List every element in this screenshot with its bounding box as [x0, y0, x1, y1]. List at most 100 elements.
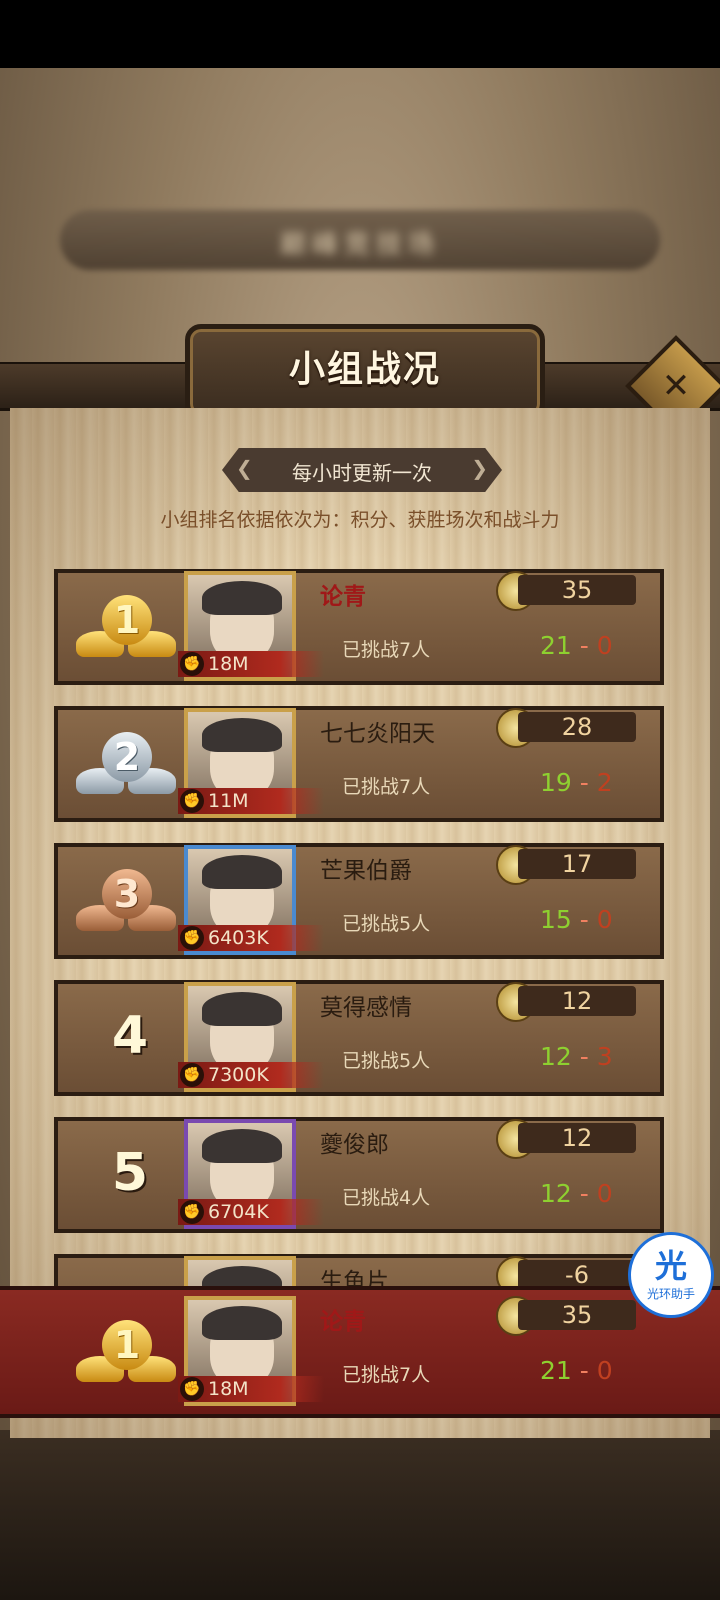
self-row-holder: 1 ✊ 18M 论青 35 已挑战7人 21 - 0 [50, 1290, 670, 1414]
record-separator: - [571, 1042, 597, 1071]
avatar-hair [202, 855, 282, 889]
losses-value: 0 [596, 631, 613, 660]
ranking-rule: 小组排名依据依次为：积分、获胜场次和战斗力 [160, 509, 560, 531]
ranking-row[interactable]: 2 ✊ 11M 七七炎阳天 28 已挑战7人 19 - 2 [50, 702, 670, 826]
win-loss-record: 15 - 0 [540, 905, 613, 934]
page-title: 小组战况 [288, 349, 441, 390]
win-loss-record: 21 - 0 [540, 631, 613, 660]
score-value: 35 [561, 1301, 593, 1329]
avatar-hair [202, 1129, 282, 1163]
player-name: 论青 [320, 584, 366, 610]
fist-icon: ✊ [180, 1063, 204, 1087]
power-badge: ✊ 6403K [178, 925, 324, 951]
power-value: 18M [208, 1378, 249, 1400]
score-box: 35 [518, 1300, 636, 1330]
player-name: 论青 [320, 1309, 366, 1335]
status-bar [0, 0, 720, 68]
challenged-count: 已挑战4人 [342, 1187, 431, 1209]
wins-value: 19 [540, 768, 572, 797]
score-box: 12 [518, 986, 636, 1016]
losses-value: 3 [596, 1042, 613, 1071]
ranking-list[interactable]: 1 ✊ 18M 论青 35 已挑战7人 21 - 0 2 ✊ 11M 七七炎阳天 28 已挑战7人 19 … [50, 565, 670, 1307]
power-value: 11M [208, 790, 249, 812]
losses-value: 2 [596, 768, 613, 797]
record-separator: - [571, 768, 597, 797]
score-box: 12 [518, 1123, 636, 1153]
score-value: -6 [565, 1261, 589, 1289]
win-loss-record: 12 - 0 [540, 1179, 613, 1208]
ranking-row[interactable]: 1 ✊ 18M 论青 35 已挑战7人 21 - 0 [50, 565, 670, 689]
score-box: 17 [518, 849, 636, 879]
title-header: 小组战况 [0, 318, 720, 420]
player-name: 芒果伯爵 [320, 858, 412, 884]
losses-value: 0 [596, 905, 613, 934]
score-value: 17 [561, 850, 593, 878]
fist-icon: ✊ [180, 1377, 204, 1401]
rank-number: 1 [113, 1323, 141, 1367]
player-name: 夔俊郎 [320, 1132, 389, 1158]
wins-value: 12 [540, 1179, 572, 1208]
assistant-logo-icon: 光 [654, 1247, 687, 1285]
power-value: 7300K [208, 1064, 269, 1086]
avatar-hair [202, 992, 282, 1026]
update-note: 每小时更新一次 [292, 461, 432, 485]
self-rank-bar[interactable]: 1 ✊ 18M 论青 35 已挑战7人 21 - 0 [0, 1286, 720, 1418]
power-value: 6704K [208, 1201, 269, 1223]
score-box: 28 [518, 712, 636, 742]
rank-number: 3 [113, 872, 141, 916]
wins-value: 21 [540, 631, 572, 660]
challenged-count: 已挑战7人 [342, 776, 431, 798]
ranking-row[interactable]: 5 ✊ 6704K 夔俊郎 12 已挑战4人 12 - 0 [50, 1113, 670, 1237]
fist-icon: ✊ [180, 926, 204, 950]
chevron-right-icon: ❯ [471, 456, 488, 480]
power-badge: ✊ 18M [178, 651, 324, 677]
power-value: 18M [208, 653, 249, 675]
background-bottom [0, 1430, 720, 1600]
rank-number: 1 [113, 598, 141, 642]
ranking-row[interactable]: 1 ✊ 18M 论青 35 已挑战7人 21 - 0 [50, 1290, 670, 1414]
power-badge: ✊ 6704K [178, 1199, 324, 1225]
fist-icon: ✊ [180, 789, 204, 813]
player-name: 七七炎阳天 [320, 721, 435, 747]
win-loss-record: 12 - 3 [540, 1042, 613, 1071]
avatar-hair [202, 718, 282, 752]
avatar-hair [202, 1306, 282, 1340]
record-separator: - [571, 1356, 597, 1385]
win-loss-record: 19 - 2 [540, 768, 613, 797]
score-value: 28 [561, 713, 593, 741]
gold-medal-icon: 1 [70, 587, 180, 671]
record-separator: - [571, 1179, 597, 1208]
gold-medal-icon: 1 [70, 1312, 180, 1396]
fist-icon: ✊ [180, 652, 204, 676]
score-value: 35 [561, 576, 593, 604]
bronze-medal-icon: 3 [70, 861, 180, 945]
rank-number: 5 [111, 1143, 149, 1203]
challenged-count: 已挑战7人 [342, 639, 431, 661]
challenged-count: 已挑战5人 [342, 913, 431, 935]
update-frequency-pill: ❮ 每小时更新一次 ❯ [222, 448, 502, 492]
record-separator: - [571, 631, 597, 660]
power-badge: ✊ 18M [178, 1376, 324, 1402]
ranking-row[interactable]: 3 ✊ 6403K 芒果伯爵 17 已挑战5人 15 - 0 [50, 839, 670, 963]
floating-assistant-button[interactable]: 光 光环助手 [628, 1232, 714, 1318]
silver-medal-icon: 2 [70, 724, 180, 808]
power-badge: ✊ 11M [178, 788, 324, 814]
power-value: 6403K [208, 927, 269, 949]
wins-value: 21 [540, 1356, 572, 1385]
losses-value: 0 [596, 1356, 613, 1385]
wins-value: 15 [540, 905, 572, 934]
record-separator: - [571, 905, 597, 934]
background-banner: 巅峰竞技场 [60, 210, 660, 270]
fist-icon: ✊ [180, 1200, 204, 1224]
challenged-count: 已挑战7人 [342, 1364, 431, 1386]
score-value: 12 [561, 987, 593, 1015]
win-loss-record: 21 - 0 [540, 1356, 613, 1385]
wins-value: 12 [540, 1042, 572, 1071]
player-name: 莫得感情 [320, 995, 412, 1021]
score-value: 12 [561, 1124, 593, 1152]
losses-value: 0 [596, 1179, 613, 1208]
background-banner-text: 巅峰竞技场 [279, 230, 440, 260]
rank-number: 4 [111, 1006, 149, 1066]
challenged-count: 已挑战5人 [342, 1050, 431, 1072]
ranking-row[interactable]: 4 ✊ 7300K 莫得感情 12 已挑战5人 12 - 3 [50, 976, 670, 1100]
